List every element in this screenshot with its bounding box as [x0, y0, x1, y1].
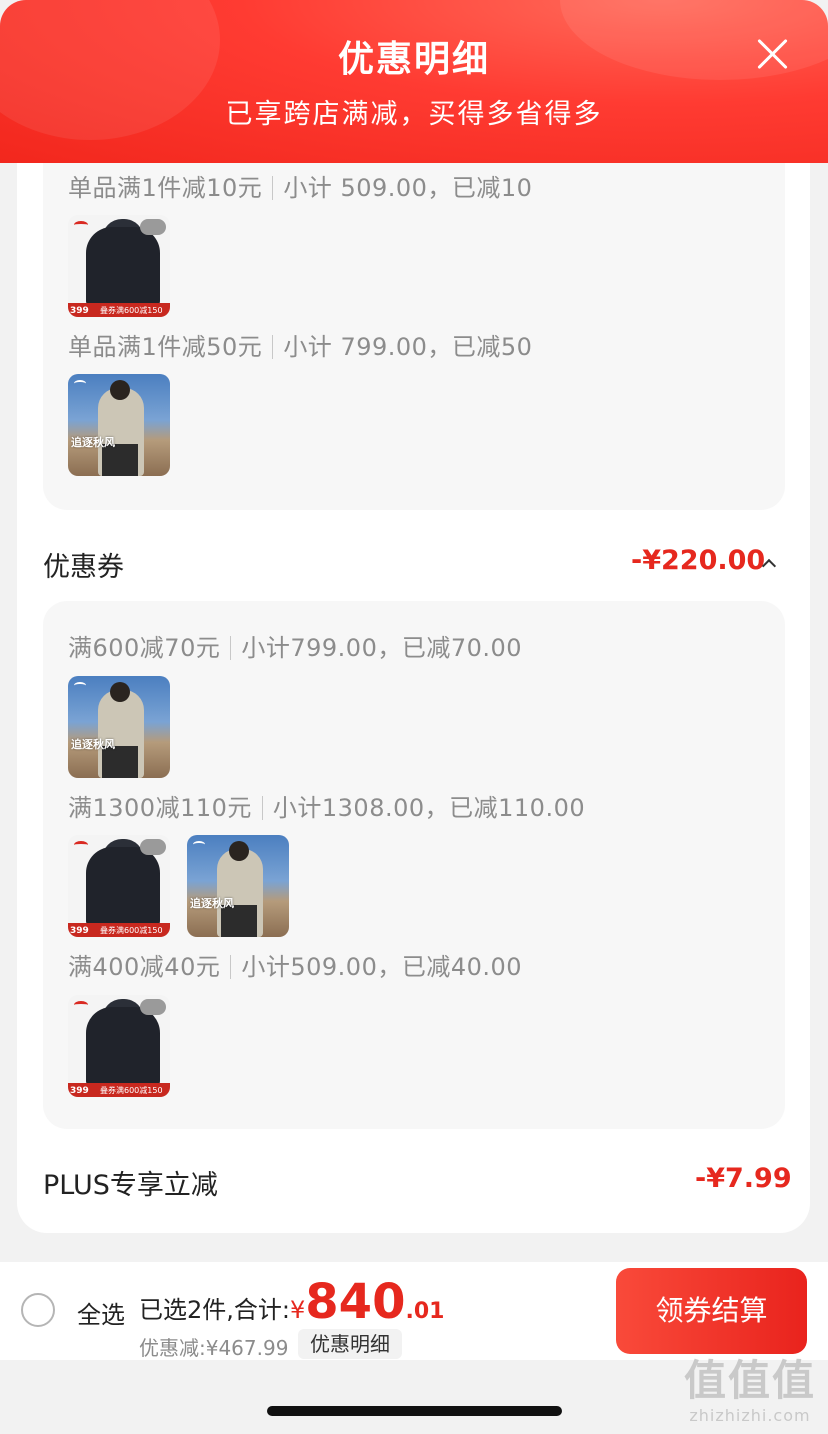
thumb-price: 399 — [70, 1086, 89, 1096]
checkout-button[interactable]: 领券结算 — [616, 1268, 807, 1354]
coupon-rule-subtotal: 小计799.00，已减70.00 — [241, 634, 523, 662]
thumb-promo: 叠券满600减150 — [100, 926, 163, 935]
selected-count-label: 已选2件,合计: — [139, 1296, 290, 1324]
brand-logo-icon — [74, 682, 86, 689]
thumb-price: 399 — [70, 926, 89, 936]
watermark-logo: 值值值 — [683, 1356, 816, 1405]
product-thumbnail-jacket[interactable]: 399 叠券满600减150 — [68, 995, 170, 1097]
currency-symbol: ¥ — [289, 1296, 306, 1324]
model-head — [110, 682, 130, 702]
badge-icon — [140, 219, 166, 235]
jacket-body — [86, 1007, 160, 1087]
watermark-url: zhizhizhi.com — [689, 1406, 811, 1425]
product-thumbnail-photo[interactable]: 追逐秋风 — [68, 374, 170, 476]
page-subtitle: 已享跨店满减，买得多省得多 — [225, 99, 603, 130]
plus-discount-title: PLUS专享立减 — [43, 1170, 218, 1201]
thumb-promo: 叠券满600减150 — [100, 1086, 163, 1095]
store-rule-subtotal: 小计 799.00，已减50 — [283, 333, 533, 361]
store-rule-1: 单品满1件减10元 小计 509.00，已减10 — [68, 168, 532, 203]
select-all-label[interactable]: 全选 — [77, 1295, 125, 1330]
thumb-caption: 追逐秋风 — [71, 738, 115, 751]
brand-logo-icon — [74, 380, 86, 387]
total-decimal: .01 — [405, 1299, 445, 1324]
coupon-total-amount: -¥220.00 — [631, 545, 766, 576]
coupon-section-title: 优惠券 — [43, 552, 124, 583]
total-integer: 840 — [305, 1274, 406, 1330]
coupon-rule-1: 满600减70元 小计799.00，已减70.00 — [68, 628, 522, 663]
store-rule-label: 单品满1件减50元 — [68, 333, 263, 361]
thumb-caption: 追逐秋风 — [190, 897, 234, 910]
jacket-body — [86, 847, 160, 927]
coupon-rule-label: 满400减40元 — [68, 953, 221, 981]
thumb-price: 399 — [70, 306, 89, 316]
store-rule-label: 单品满1件减10元 — [68, 174, 263, 202]
close-icon[interactable] — [754, 36, 790, 72]
thumb-promo: 叠券满600减150 — [100, 306, 163, 315]
brand-logo-icon — [74, 841, 88, 849]
model-head — [110, 380, 130, 400]
divider — [272, 335, 274, 359]
thumb-caption: 追逐秋风 — [71, 436, 115, 449]
plus-discount-amount: -¥7.99 — [695, 1163, 792, 1194]
product-thumbnail-photo[interactable]: 追逐秋风 — [68, 676, 170, 778]
coupon-rule-3: 满400减40元 小计509.00，已减40.00 — [68, 947, 522, 982]
badge-icon — [140, 839, 166, 855]
discount-summary: 优惠减:¥467.99 — [139, 1336, 289, 1360]
badge-icon — [140, 999, 166, 1015]
coupon-rule-label: 满1300减110元 — [68, 794, 252, 822]
product-thumbnail-jacket[interactable]: 399 叠券满600减150 — [68, 835, 170, 937]
store-rule-2: 单品满1件减50元 小计 799.00，已减50 — [68, 327, 532, 362]
discount-detail-header: 优惠明细 已享跨店满减，买得多省得多 — [0, 0, 828, 163]
divider — [230, 636, 232, 660]
store-rule-subtotal: 小计 509.00，已减10 — [283, 174, 533, 202]
home-indicator[interactable] — [267, 1406, 562, 1416]
model-head — [229, 841, 249, 861]
divider — [230, 955, 232, 979]
coupon-rule-subtotal: 小计1308.00，已减110.00 — [272, 794, 586, 822]
brand-logo-icon — [193, 841, 205, 848]
order-total: 已选2件,合计:¥840.01 — [139, 1274, 444, 1330]
jacket-body — [86, 227, 160, 307]
discount-detail-button[interactable]: 优惠明细 — [298, 1329, 402, 1359]
product-thumbnail-jacket[interactable]: 399 叠券满600减150 — [68, 215, 170, 317]
select-all-checkbox[interactable] — [21, 1293, 55, 1327]
brand-logo-icon — [74, 1001, 88, 1009]
brand-logo-icon — [74, 221, 88, 229]
watermark: 值值值 zhizhizhi.com — [676, 1356, 824, 1425]
product-thumbnail-photo[interactable]: 追逐秋风 — [187, 835, 289, 937]
coupon-rule-label: 满600减70元 — [68, 634, 221, 662]
coupon-rule-2: 满1300减110元 小计1308.00，已减110.00 — [68, 788, 585, 823]
divider — [261, 796, 263, 820]
coupon-rule-subtotal: 小计509.00，已减40.00 — [241, 953, 523, 981]
page-title: 优惠明细 — [337, 39, 490, 80]
divider — [272, 176, 274, 200]
